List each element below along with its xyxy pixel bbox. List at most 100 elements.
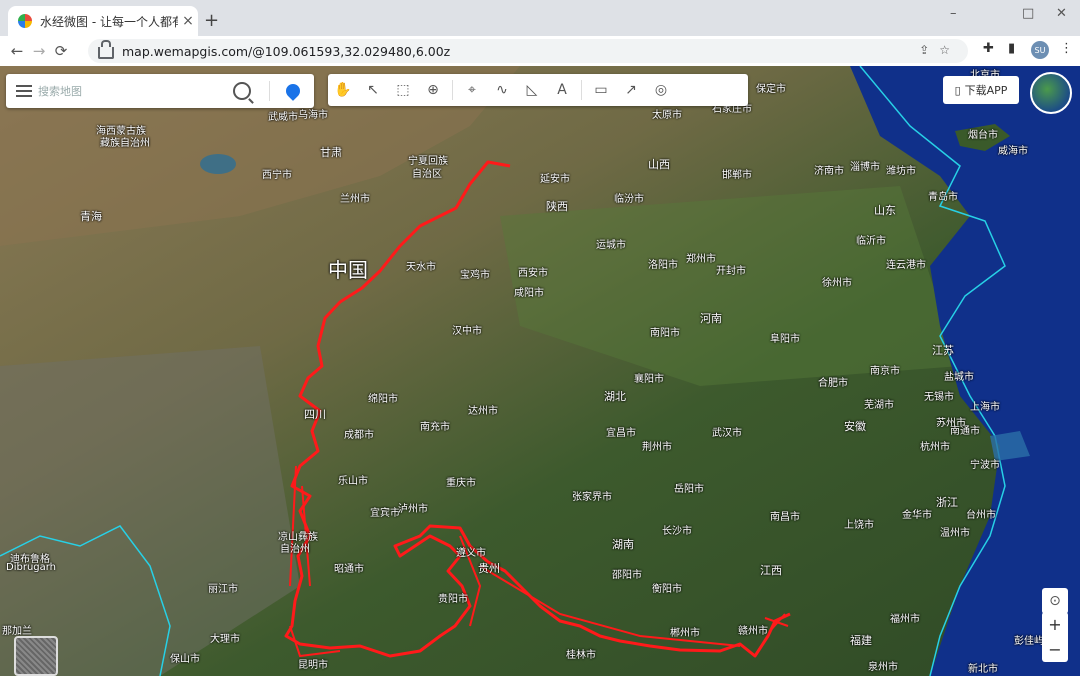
select-pointer-icon[interactable]: ↖	[358, 82, 388, 98]
satellite-map[interactable]: 北京市保定市石家庄市太原市乌海市武威市海西蒙古族藏族自治州西宁市青海甘肃宁夏回族…	[0, 66, 1080, 676]
map-label: 合肥市	[818, 378, 848, 389]
map-label: 保山市	[170, 654, 200, 665]
menu-icon[interactable]	[16, 82, 32, 100]
map-label: 昭通市	[334, 564, 364, 575]
map-label: 西宁市	[262, 170, 292, 181]
map-label: 无锡市	[924, 392, 954, 403]
browser-tab-strip: 水经微图 - 让每一个人都有自己 × + – □ ✕	[0, 0, 1080, 36]
map-label: 宜宾市	[370, 508, 400, 519]
map-label: 开封市	[716, 266, 746, 277]
map-label: 临汾市	[614, 194, 644, 205]
map-label: 南充市	[420, 422, 450, 433]
polygon-icon[interactable]: ◺	[517, 82, 547, 98]
browser-toolbar: ← → ⟳ map.wemapgis.com/@109.061593,32.02…	[0, 36, 1080, 66]
reload-icon[interactable]: ⟳	[50, 42, 72, 60]
back-arrow-icon[interactable]: ←	[6, 42, 28, 60]
share-star-icons[interactable]: ⇪☆	[919, 43, 960, 57]
map-label: 赣州市	[738, 626, 768, 637]
zoom-rect-icon[interactable]: ⊕	[418, 82, 448, 98]
location-pin-icon[interactable]	[283, 81, 303, 101]
map-label: 贵阳市	[438, 594, 468, 605]
map-label: 芜湖市	[864, 400, 894, 411]
map-label: 遵义市	[456, 548, 486, 559]
layer-toggle-thumbnail[interactable]	[14, 636, 58, 676]
map-label: 荆州市	[642, 442, 672, 453]
globe-tool-icon[interactable]: ◎	[646, 82, 676, 98]
map-label: 青海	[80, 210, 102, 223]
extensions-icon[interactable]: ✚	[983, 41, 994, 56]
new-tab-button[interactable]: +	[204, 10, 219, 31]
minimize-button[interactable]: –	[950, 6, 957, 21]
zoom-control: + −	[1042, 612, 1068, 662]
map-label: 江苏	[932, 344, 954, 357]
pointer-settings-icon[interactable]: ↗	[616, 82, 646, 98]
map-label: 金华市	[902, 510, 932, 521]
map-label: 延安市	[540, 174, 570, 185]
map-label: 天水市	[406, 262, 436, 273]
map-label: 山东	[874, 204, 896, 217]
map-label: 甘肃	[320, 146, 342, 159]
map-label: 徐州市	[822, 278, 852, 289]
polyline-icon[interactable]: ∿	[487, 82, 517, 98]
map-label: 南昌市	[770, 512, 800, 523]
search-icon[interactable]	[233, 82, 251, 100]
map-label: 陕西	[546, 200, 568, 213]
map-label: 泉州市	[868, 662, 898, 673]
map-label: 南京市	[870, 366, 900, 377]
map-label: 临沂市	[856, 236, 886, 247]
forward-arrow-icon[interactable]: →	[28, 42, 50, 60]
map-label: 自治州	[280, 544, 310, 555]
zoom-out-button[interactable]: −	[1042, 637, 1068, 662]
close-window-button[interactable]: ✕	[1056, 6, 1067, 21]
address-bar[interactable]: map.wemapgis.com/@109.061593,32.029480,6…	[88, 39, 968, 63]
map-label: 兰州市	[340, 194, 370, 205]
map-label: 中国	[328, 258, 368, 282]
maximize-button[interactable]: □	[1022, 6, 1034, 21]
map-label: 阜阳市	[770, 334, 800, 345]
map-label: 上饶市	[844, 520, 874, 531]
ruler-icon[interactable]: ▭	[586, 82, 616, 98]
zoom-in-button[interactable]: +	[1042, 612, 1068, 637]
divider	[581, 80, 582, 100]
map-label: 洛阳市	[648, 260, 678, 271]
map-label: 长沙市	[662, 526, 692, 537]
text-icon[interactable]: A	[547, 82, 577, 98]
browser-tab[interactable]: 水经微图 - 让每一个人都有自己 ×	[8, 6, 198, 36]
search-input[interactable]: 搜索地图	[38, 83, 233, 99]
map-label: 邯郸市	[722, 170, 752, 181]
map-label: 盐城市	[944, 372, 974, 383]
map-label: 自治区	[412, 169, 442, 180]
map-label: 太原市	[652, 110, 682, 121]
map-label: 汉中市	[452, 326, 482, 337]
map-label: 乐山市	[338, 476, 368, 487]
marker-icon[interactable]: ⌖	[457, 82, 487, 98]
tab-close-icon[interactable]: ×	[178, 13, 198, 29]
basemap-switch-globe-icon[interactable]	[1030, 72, 1072, 114]
download-app-label: 下载APP	[964, 84, 1008, 97]
map-label: 武威市	[268, 112, 298, 123]
box-select-icon[interactable]: ⬚	[388, 82, 418, 98]
map-label: 郴州市	[670, 628, 700, 639]
map-label: 上海市	[970, 402, 1000, 413]
download-app-button[interactable]: ▯ 下载APP	[943, 76, 1019, 104]
map-label: 衡阳市	[652, 584, 682, 595]
menu-dots-icon[interactable]: ⋮	[1060, 41, 1073, 56]
drawing-toolbar: ✋ ↖ ⬚ ⊕ ⌖ ∿ ◺ A ▭ ↗ ◎	[328, 74, 748, 106]
side-panel-icon[interactable]: ▮	[1008, 41, 1015, 56]
map-label: 宁波市	[970, 460, 1000, 471]
map-imagery	[0, 66, 1080, 676]
locate-icon[interactable]: ⊙	[1042, 588, 1068, 614]
map-label: 威海市	[998, 146, 1028, 157]
map-label: 重庆市	[446, 478, 476, 489]
map-label: 运城市	[596, 240, 626, 251]
divider	[269, 81, 270, 101]
site-favicon-icon	[18, 14, 32, 28]
map-label: 张家界市	[572, 492, 612, 503]
map-label: 潍坊市	[886, 166, 916, 177]
map-label: 大理市	[210, 634, 240, 645]
map-label: 烟台市	[968, 130, 998, 141]
map-label: 台州市	[966, 510, 996, 521]
pan-hand-icon[interactable]: ✋	[328, 82, 358, 98]
map-label: 南阳市	[650, 328, 680, 339]
profile-avatar[interactable]: SU	[1031, 41, 1049, 59]
